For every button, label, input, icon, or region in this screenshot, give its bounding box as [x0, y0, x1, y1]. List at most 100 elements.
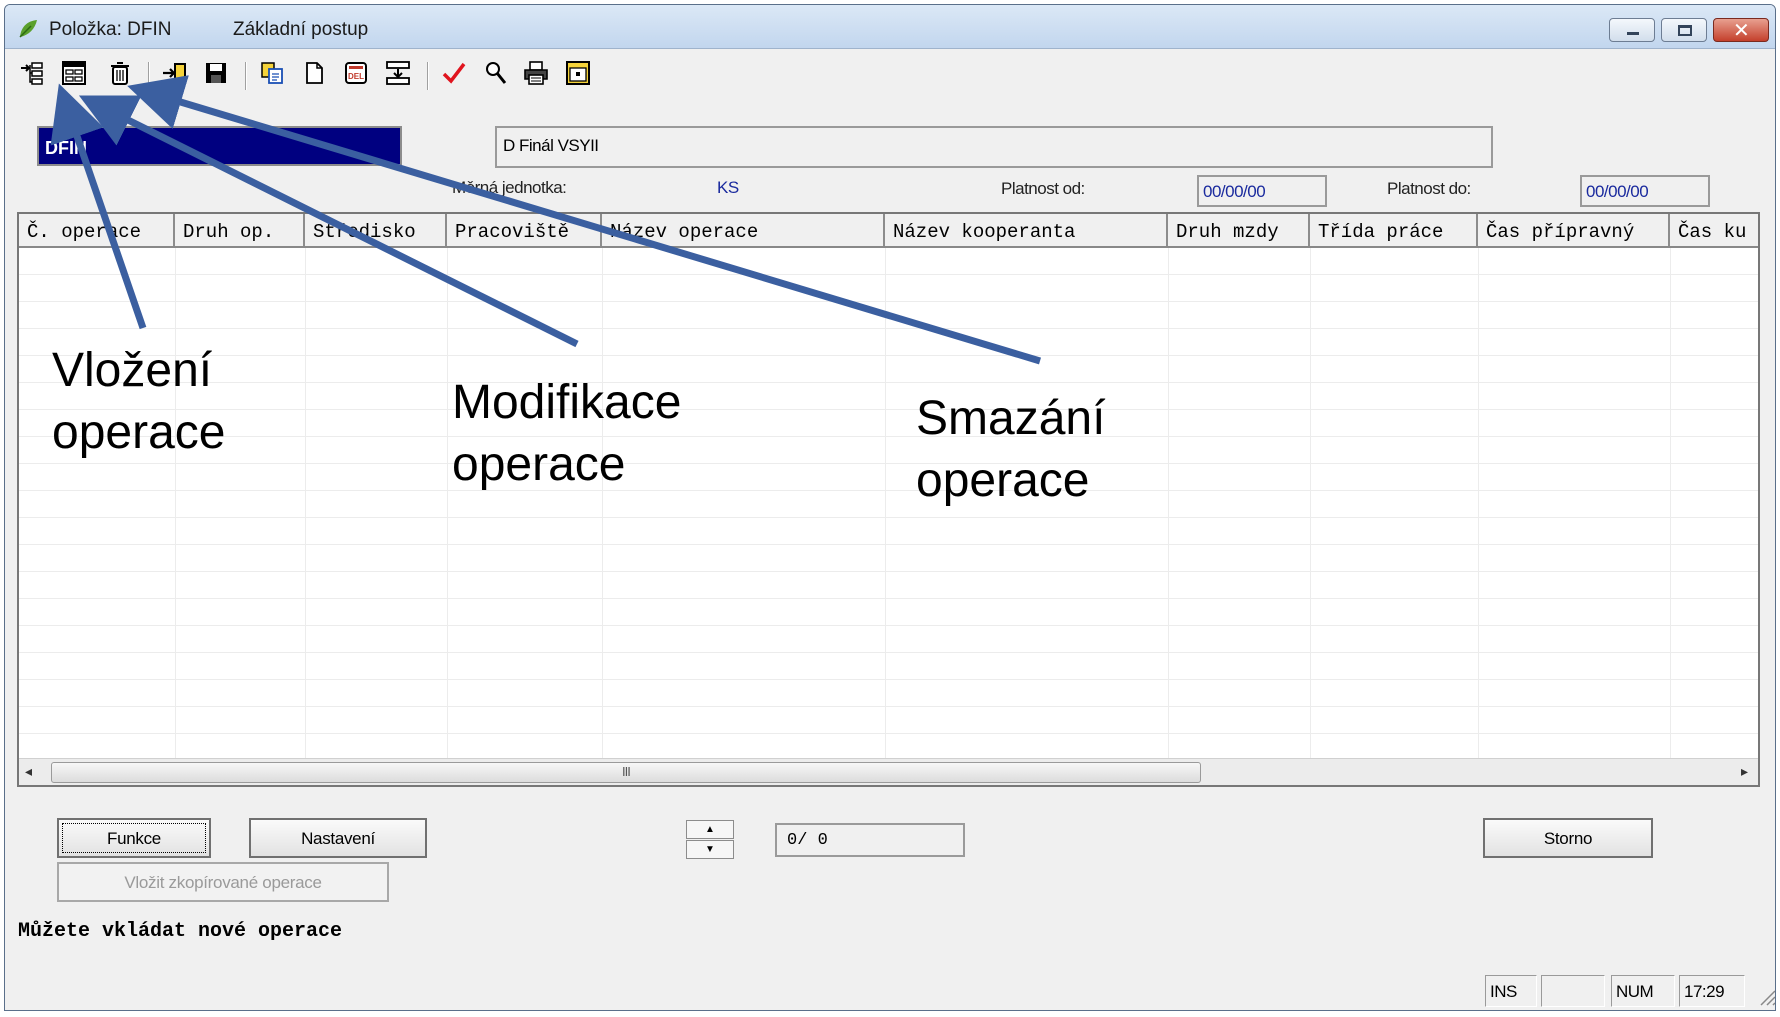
funkce-button[interactable]: Funkce [57, 818, 211, 858]
find-button[interactable] [481, 60, 511, 90]
column-header[interactable]: Název kooperanta [885, 214, 1168, 246]
toolbar-separator [148, 62, 150, 90]
spin-down-icon[interactable]: ▼ [686, 840, 734, 859]
table-row[interactable] [19, 248, 1758, 275]
column-header[interactable]: Čas přípravný [1478, 214, 1670, 246]
application-window: Položka: DFIN Základní postup ✕ DEL DFIN… [4, 4, 1776, 1011]
item-code-field[interactable]: DFIN [37, 126, 402, 166]
spin-up-icon[interactable]: ▲ [686, 820, 734, 839]
column-header[interactable]: Pracoviště [447, 214, 602, 246]
print-button[interactable] [521, 60, 551, 90]
table-row[interactable] [19, 626, 1758, 653]
table-row[interactable] [19, 680, 1758, 707]
grid-column-line [602, 248, 603, 758]
annotation-line: operace [452, 438, 626, 491]
annotation-line: Modifikace [452, 376, 682, 429]
tree-icon [385, 60, 411, 91]
annotation-line: operace [52, 406, 226, 459]
table-row[interactable] [19, 518, 1758, 545]
minimize-icon [1627, 32, 1639, 35]
maximize-button[interactable] [1661, 18, 1707, 42]
table-row[interactable] [19, 410, 1758, 437]
title-bar[interactable]: Položka: DFIN Základní postup ✕ [5, 5, 1775, 49]
table-row[interactable] [19, 653, 1758, 680]
tree-button[interactable] [383, 60, 413, 90]
modify-form-icon [61, 60, 87, 91]
close-button[interactable]: ✕ [1713, 18, 1769, 42]
grid-column-line [1670, 248, 1671, 758]
copy-button[interactable] [257, 60, 287, 90]
table-row[interactable] [19, 356, 1758, 383]
grid-column-line [1310, 248, 1311, 758]
operations-grid[interactable]: Č. operace Druh op. Středisko Pracoviště… [17, 212, 1760, 787]
grid-body[interactable] [19, 248, 1758, 758]
column-header[interactable]: Druh mzdy [1168, 214, 1310, 246]
record-spinner[interactable]: ▲ ▼ [686, 820, 734, 860]
table-row[interactable] [19, 464, 1758, 491]
column-header[interactable]: Čas ku [1670, 214, 1758, 246]
status-num: NUM [1611, 975, 1675, 1007]
grid-column-line [1168, 248, 1169, 758]
resize-grip-icon[interactable] [1755, 985, 1775, 1007]
grid-column-line [447, 248, 448, 758]
toolbar-separator [427, 62, 429, 90]
horizontal-scrollbar[interactable]: ◂ III ▸ [19, 758, 1758, 785]
minimize-button[interactable] [1609, 18, 1655, 42]
window-subtitle: Základní postup [233, 19, 369, 40]
toolbar-separator [245, 62, 247, 90]
status-message: Můžete vkládat nové operace [18, 920, 343, 943]
table-row[interactable] [19, 599, 1758, 626]
storno-button[interactable]: Storno [1483, 818, 1653, 858]
print-icon [523, 60, 549, 91]
annotation-line: Smazání [916, 392, 1106, 445]
nastaveni-button[interactable]: Nastavení [249, 818, 427, 858]
delete-operation-button[interactable] [105, 60, 135, 90]
table-row[interactable] [19, 383, 1758, 410]
find-icon [483, 60, 509, 91]
column-header[interactable]: Název operace [602, 214, 885, 246]
scroll-right-icon[interactable]: ▸ [1741, 763, 1748, 780]
insert-row-icon [19, 60, 45, 91]
item-name-field[interactable]: D Finál VSYII [495, 126, 1493, 168]
status-time: 17:29 [1679, 975, 1745, 1007]
column-header[interactable]: Č. operace [19, 214, 175, 246]
scroll-left-icon[interactable]: ◂ [25, 763, 32, 780]
status-ins: INS [1485, 975, 1537, 1007]
grid-header: Č. operace Druh op. Středisko Pracoviště… [19, 214, 1758, 248]
table-row[interactable] [19, 491, 1758, 518]
scrollbar-thumb[interactable]: III [51, 762, 1201, 783]
modify-annotation: Modifikace operace [452, 372, 681, 496]
checkmark-icon [441, 60, 467, 91]
table-row[interactable] [19, 545, 1758, 572]
grid-column-line [885, 248, 886, 758]
valid-from-field[interactable]: 00/00/00 [1197, 175, 1327, 207]
import-button[interactable] [159, 60, 189, 90]
insert-operation-button[interactable] [17, 60, 47, 90]
grid-column-line [305, 248, 306, 758]
table-row[interactable] [19, 572, 1758, 599]
column-header[interactable]: Středisko [305, 214, 447, 246]
paste-operations-button[interactable]: Vložit zkopírované operace [57, 862, 389, 902]
valid-to-field[interactable]: 00/00/00 [1580, 175, 1710, 207]
copy-icon [259, 60, 285, 91]
save-button[interactable] [201, 60, 231, 90]
valid-from-label: Platnost od: [1001, 179, 1085, 198]
delete-record-button[interactable]: DEL [341, 60, 371, 90]
confirm-button[interactable] [439, 60, 469, 90]
new-document-button[interactable] [299, 60, 329, 90]
table-row[interactable] [19, 707, 1758, 734]
window-title: Položka: DFIN [49, 19, 172, 40]
column-header[interactable]: Třída práce [1310, 214, 1478, 246]
table-row[interactable] [19, 302, 1758, 329]
status-empty [1541, 975, 1605, 1007]
new-document-icon [301, 60, 327, 91]
toolbar: DEL [5, 50, 1775, 94]
unit-value: KS [717, 178, 739, 197]
svg-text:DEL: DEL [348, 72, 364, 81]
table-row[interactable] [19, 329, 1758, 356]
table-row[interactable] [19, 275, 1758, 302]
window-button[interactable] [563, 60, 593, 90]
column-header[interactable]: Druh op. [175, 214, 305, 246]
table-row[interactable] [19, 437, 1758, 464]
modify-operation-button[interactable] [59, 60, 89, 90]
